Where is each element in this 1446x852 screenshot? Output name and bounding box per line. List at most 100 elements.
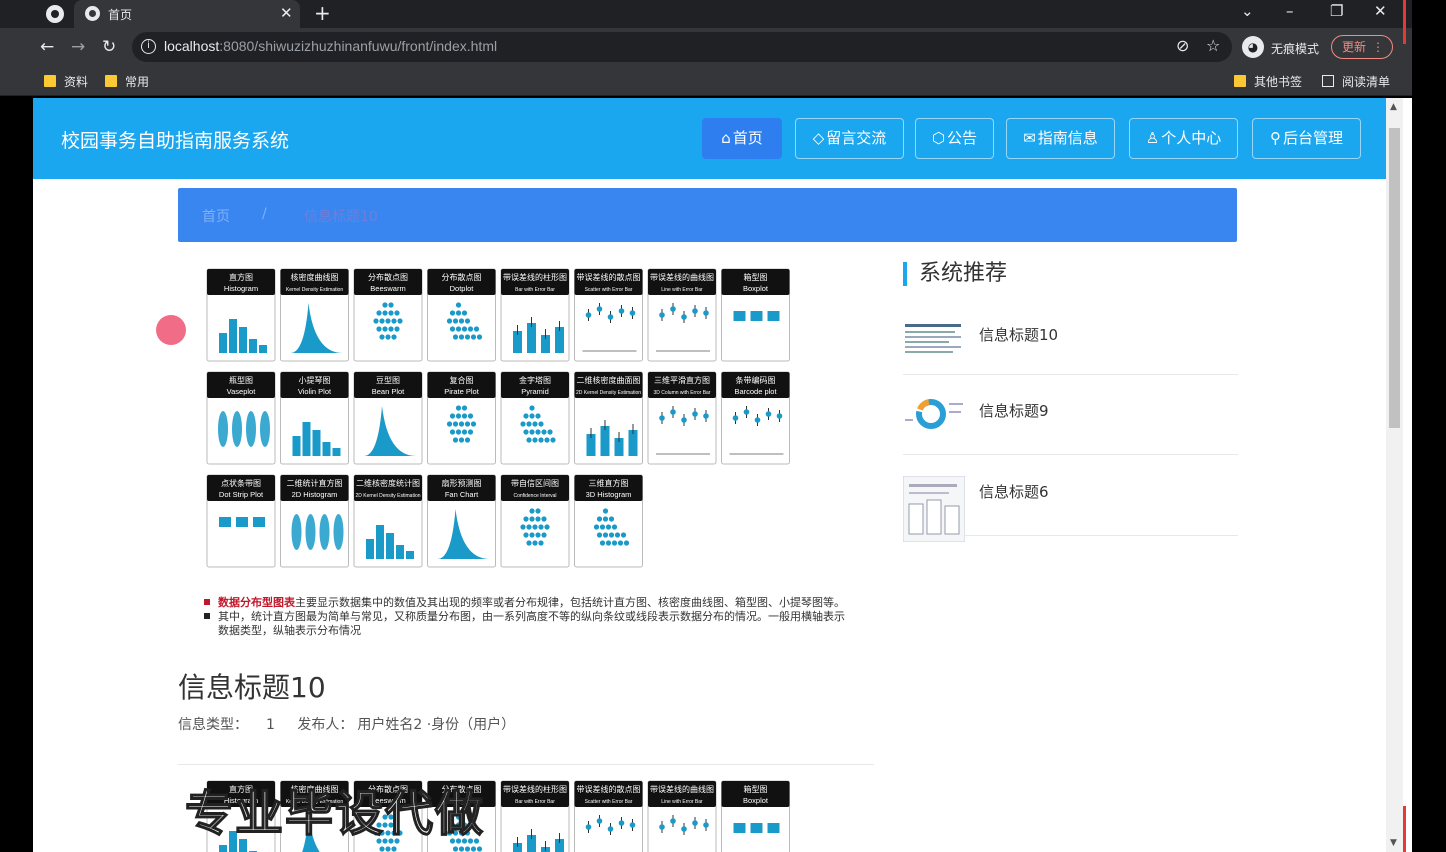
breadcrumb-home[interactable]: 首页 [202, 206, 230, 226]
star-icon[interactable]: ☆ [1206, 36, 1220, 55]
incognito-icon[interactable]: ◕ [1242, 36, 1264, 58]
address-bar[interactable]: i localhost:8080/shiwuzizhuzhinanfuwu/fr… [132, 32, 1232, 62]
tile-title-cn: 带误差线的散点图 [577, 272, 641, 282]
thumb-dot [535, 532, 541, 538]
restore-icon[interactable]: ❐ [1330, 2, 1343, 20]
thumb-dot [550, 437, 556, 443]
thumb-point [692, 308, 698, 314]
recommend-item-title[interactable]: 信息标题9 [979, 400, 1049, 421]
eye-off-icon[interactable]: ⊘ [1176, 36, 1189, 55]
thumb-dot [467, 326, 474, 332]
tile-title-cn: 点状条带图 [221, 478, 261, 488]
thumb-dot [535, 508, 541, 514]
scroll-up-icon[interactable]: ▲ [1390, 102, 1397, 112]
page-scrollbar[interactable]: ▲ ▼ [1386, 98, 1403, 852]
thumb-dot [388, 310, 394, 316]
recommend-item[interactable]: 信息标题6 [903, 456, 1238, 542]
nav-messages[interactable]: ◇ 留言交流 [795, 118, 904, 159]
recommend-item-title[interactable]: 信息标题10 [979, 324, 1058, 345]
close-icon[interactable]: ✕ [280, 4, 293, 22]
thumb-box [733, 823, 746, 833]
nav-admin[interactable]: ⚲ 后台管理 [1252, 118, 1361, 159]
recommend-thumbnail [903, 320, 965, 360]
recommend-item[interactable]: 信息标题9 [903, 375, 1238, 455]
window-close-icon[interactable]: ✕ [1374, 2, 1387, 20]
thumb-dot [608, 516, 615, 522]
thumb-dot [391, 846, 397, 852]
browser-tab[interactable]: 首页 ✕ [74, 0, 300, 28]
scroll-down-icon[interactable]: ▼ [1390, 838, 1397, 848]
tile-title-cn: 带误差线的柱形图 [503, 784, 567, 794]
thumb-point [670, 306, 676, 312]
tile-title-cn: 核密度曲线图 [291, 272, 339, 282]
thumb-dot [535, 516, 541, 522]
chart-type-tile: 核密度曲线图 Kernel Density Estimation [280, 268, 349, 362]
type-value: 1 [266, 717, 275, 733]
nav-guide[interactable]: ✉ 指南信息 [1006, 118, 1115, 159]
recommend-item[interactable]: 信息标题10 [903, 295, 1238, 375]
thumb-dot [541, 429, 547, 435]
bookmark-folder[interactable]: 资料 [44, 73, 88, 90]
thumb-bar [406, 551, 414, 559]
thumb-bar [396, 545, 404, 559]
thumb-dot [596, 516, 603, 522]
thumb-dot [599, 540, 606, 546]
tile-title-en: Vaseplot [227, 387, 257, 396]
thumb-box [733, 311, 746, 321]
chart-type-tile: 带误差线的曲线图 Line with Error Bar [647, 780, 717, 852]
thumb-bar [322, 442, 331, 456]
thumb-dot [523, 516, 529, 522]
thumb-point [659, 824, 665, 830]
minimize-icon[interactable]: – [1286, 2, 1294, 20]
tile-title-cn: 二维核密度统计图 [356, 478, 420, 488]
thumb-dot [476, 846, 483, 852]
thumb-bar [259, 345, 267, 353]
thumb-dot [452, 437, 459, 443]
thumb-shape [260, 411, 270, 447]
reading-list[interactable]: 阅读清单 [1322, 73, 1390, 90]
thumb-dot [382, 302, 388, 308]
thumb-dot [464, 437, 471, 443]
forward-icon[interactable]: → [71, 37, 85, 57]
back-icon[interactable]: ← [40, 37, 54, 57]
chart-type-tile: 带误差线的散点图 Scatter with Error Bar [574, 780, 643, 852]
thumb-dot [614, 532, 621, 538]
thumb-dot [470, 421, 477, 427]
scrollbar-thumb[interactable] [1389, 128, 1400, 428]
tile-title-en: Boxplot [743, 284, 769, 293]
tab-search-icon[interactable]: ⌄ [1241, 2, 1254, 20]
tile-title-cn: 瓶型图 [229, 375, 253, 385]
thumb-bar [302, 422, 311, 456]
update-button[interactable]: 更新 ⋮ [1331, 35, 1393, 59]
thumb-dot [455, 413, 462, 419]
tile-title-cn: 箱型图 [744, 272, 768, 282]
nav-profile[interactable]: ♙ 个人中心 [1129, 118, 1238, 159]
reload-icon[interactable]: ↻ [102, 37, 116, 57]
caption-text: 主要显示数据集中的数值及其出现的频率或者分布规律，包括统计直方图、核密度曲线图、… [295, 595, 845, 609]
other-bookmarks[interactable]: 其他书签 [1234, 73, 1302, 90]
thumb-point [585, 824, 592, 830]
caption-emphasis: 数据分布型图表 [218, 595, 296, 609]
bookmark-folder[interactable]: 常用 [105, 73, 149, 90]
tile-title-en: Fan Chart [445, 490, 479, 499]
tile-title-cn: 二维统计直方图 [287, 478, 343, 488]
url-text: localhost:8080/shiwuzizhuzhinanfuwu/fron… [164, 38, 498, 54]
thumb-dot [532, 540, 538, 546]
nav-notice[interactable]: ⬡ 公告 [915, 118, 994, 159]
thumb-dot [476, 334, 483, 340]
thumb-dot [596, 532, 603, 538]
recommend-item-title[interactable]: 信息标题6 [979, 481, 1049, 502]
tag-icon: ◇ [812, 129, 825, 147]
tile-title-en: Pyramid [521, 387, 549, 396]
thumb-dot [449, 413, 456, 419]
nav-home[interactable]: ⌂ 首页 [702, 118, 782, 159]
new-tab-icon[interactable]: + [314, 1, 331, 25]
thumb-dot [449, 310, 456, 316]
thumb-dot [379, 334, 385, 340]
chrome-icon [46, 5, 64, 23]
thumb-shape [333, 514, 344, 550]
info-icon[interactable]: i [141, 39, 156, 54]
thumb-dot [535, 429, 541, 435]
thumb-dot [452, 318, 459, 324]
thumb-shape [232, 411, 242, 447]
